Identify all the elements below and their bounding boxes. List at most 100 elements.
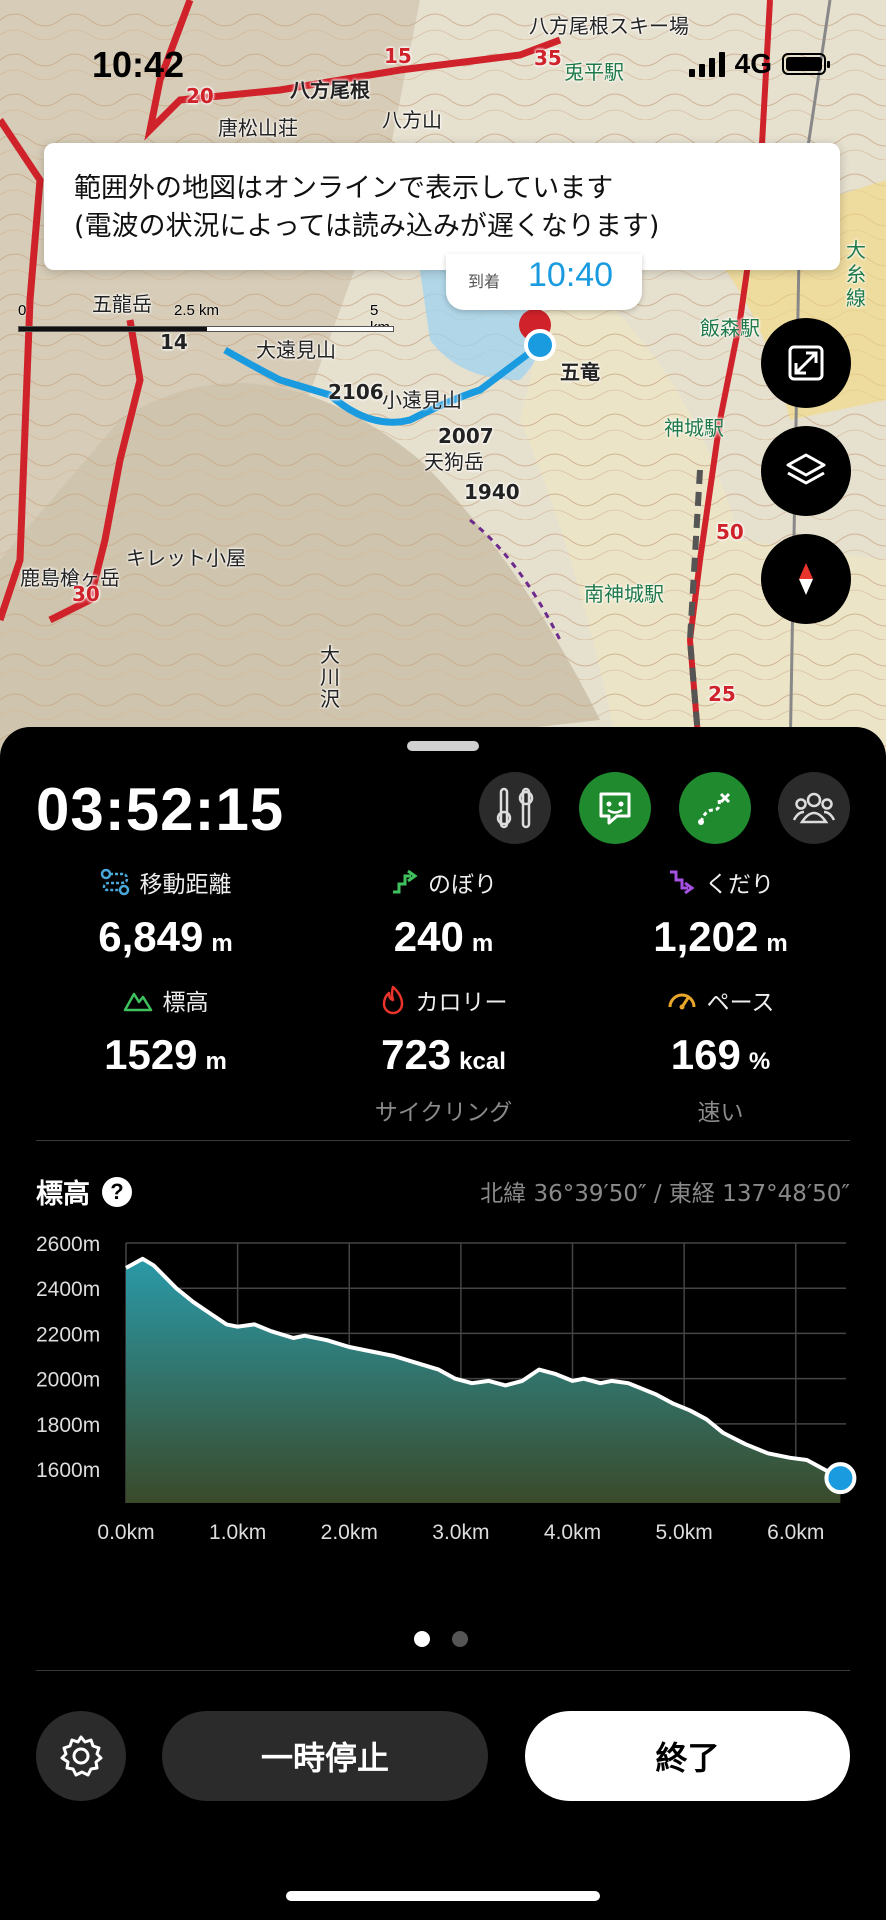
distance-icon xyxy=(100,868,129,896)
sheet-handle[interactable] xyxy=(407,741,479,751)
map-label: 大糸線 xyxy=(846,238,866,310)
status-time: 10:42 xyxy=(92,44,185,85)
map-scale: 0 2.5 km 5 km xyxy=(18,302,394,342)
map-terrain xyxy=(0,0,886,760)
stat-ascent: のぼり 240 m xyxy=(296,865,591,961)
x-tick-label: 3.0km xyxy=(432,1521,489,1544)
ascent-icon xyxy=(393,869,418,894)
arrival-label: 到着 xyxy=(468,272,501,291)
x-tick-label: 5.0km xyxy=(656,1521,713,1544)
map-layers-button[interactable] xyxy=(761,426,851,516)
map-label: 鹿島槍ヶ岳 xyxy=(20,566,120,590)
y-tick-label: 2600m xyxy=(36,1233,100,1256)
scale-bar xyxy=(18,326,394,332)
scale-label: 0 xyxy=(18,302,27,319)
map-label: 15 xyxy=(384,44,412,68)
notice-line-2: (電波の状況によっては読み込みが遅くなります) xyxy=(74,211,660,242)
map-label: 南神城駅 xyxy=(584,582,664,606)
x-tick-label: 4.0km xyxy=(544,1521,601,1544)
divider xyxy=(36,1670,850,1671)
y-tick-label: 2200m xyxy=(36,1323,100,1346)
gear-icon xyxy=(60,1735,103,1777)
mountain-icon xyxy=(123,992,152,1012)
stat-value: 240 xyxy=(393,913,464,960)
scale-label: 2.5 km xyxy=(174,302,220,319)
map-view[interactable]: 八方尾根 八方尾根スキー場 唐松山荘 八方山 兎平駅 五龍岳 14 大遠見山 小… xyxy=(0,0,886,760)
tracking-panel: 03:52:15 移動距離 6,849 m のぼり 240 m くだり 1,20… xyxy=(0,727,886,1920)
stat-value: 6,849 xyxy=(98,913,204,960)
elevation-chart[interactable]: 2600m 2400m 2200m 2000m 1800m 1600m 0.0km 1.0k… xyxy=(0,1227,886,1547)
stat-value: 169 xyxy=(670,1031,741,1078)
map-label: 兎平駅 xyxy=(564,60,624,84)
stat-pace: ペース 169% 速い xyxy=(573,983,868,1127)
end-button[interactable]: 終了 xyxy=(525,1711,850,1801)
elevation-chart-title: 標高 ? xyxy=(36,1172,132,1211)
elapsed-time: 03:52:15 xyxy=(36,776,285,843)
voice-guide-button[interactable] xyxy=(579,772,651,844)
route-mode-button[interactable] xyxy=(479,772,551,844)
map-label: 20 xyxy=(186,84,214,108)
stat-label: 移動距離 xyxy=(139,872,232,898)
page-dot[interactable] xyxy=(452,1631,468,1647)
map-label: 八方尾根スキー場 xyxy=(529,14,689,38)
group-button[interactable] xyxy=(778,772,850,844)
map-label: 30 xyxy=(72,582,100,606)
map-label: 1940 xyxy=(464,480,520,504)
flame-icon xyxy=(382,985,403,1015)
help-icon[interactable]: ? xyxy=(102,1176,132,1207)
current-position-point xyxy=(824,1462,857,1495)
map-label: 五竜 xyxy=(560,360,600,384)
current-location-marker xyxy=(524,329,556,361)
chart-title: 標高 xyxy=(36,1179,90,1210)
map-label: 50 xyxy=(716,520,744,544)
pause-button[interactable]: 一時停止 xyxy=(162,1711,488,1801)
map-label: 大川沢 xyxy=(320,643,340,711)
stat-label: カロリー xyxy=(415,990,508,1016)
y-tick-label: 1800m xyxy=(36,1414,100,1437)
map-label: 2106 xyxy=(328,380,384,404)
stat-value: 1,202 xyxy=(653,913,759,960)
stat-elevation: 標高 1529 m xyxy=(18,983,313,1079)
y-tick-label: 2000m xyxy=(36,1369,100,1392)
route-pins-icon xyxy=(496,787,534,829)
stat-unit: m xyxy=(205,1048,227,1075)
x-tick-label: 6.0km xyxy=(767,1521,824,1544)
home-indicator[interactable] xyxy=(286,1891,600,1901)
compass-button[interactable] xyxy=(761,534,851,624)
group-icon xyxy=(792,792,836,824)
fit-route-button[interactable] xyxy=(761,318,851,408)
page-dot[interactable] xyxy=(414,1631,430,1647)
stat-unit: % xyxy=(748,1048,771,1075)
divider xyxy=(36,1140,850,1141)
settings-button[interactable] xyxy=(36,1711,126,1801)
map-label: 2007 xyxy=(438,424,494,448)
page-indicator xyxy=(414,1631,468,1647)
fit-route-icon xyxy=(788,345,824,381)
layers-icon xyxy=(786,453,826,485)
coordinates: 北緯 36°39′50″ / 東経 137°48′50″ xyxy=(480,1181,850,1207)
map-label: 八方山 xyxy=(382,108,442,132)
map-label: 35 xyxy=(534,46,562,70)
offline-map-notice[interactable]: 範囲外の地図はオンラインで表示しています (電波の状況によっては読み込みが遅くな… xyxy=(44,143,840,270)
signal-icon xyxy=(688,51,725,77)
map-label: 飯森駅 xyxy=(700,316,760,340)
map-label: 八方尾根 xyxy=(290,78,370,102)
stat-unit: kcal xyxy=(459,1048,506,1075)
off-route-alert-button[interactable] xyxy=(679,772,751,844)
stat-calories: カロリー 723 kcal サイクリング xyxy=(296,983,591,1127)
arrival-time-chip: 到着 10:40 xyxy=(446,254,642,310)
status-indicators: 4G xyxy=(688,48,830,80)
stat-label: くだり xyxy=(705,872,774,898)
map-label: キレット小屋 xyxy=(126,546,246,570)
network-type: 4G xyxy=(734,48,772,79)
map-label: 天狗岳 xyxy=(424,450,484,474)
stat-distance: 移動距離 6,849 m xyxy=(18,865,313,961)
descent-icon xyxy=(670,870,695,895)
compass-icon xyxy=(799,563,813,595)
off-route-icon xyxy=(698,792,731,825)
map-label: 唐松山荘 xyxy=(218,116,298,140)
x-tick-label: 2.0km xyxy=(321,1521,378,1544)
battery-icon xyxy=(782,53,830,75)
stat-value: 1529 xyxy=(104,1031,198,1078)
stat-label: ペース xyxy=(706,990,775,1016)
